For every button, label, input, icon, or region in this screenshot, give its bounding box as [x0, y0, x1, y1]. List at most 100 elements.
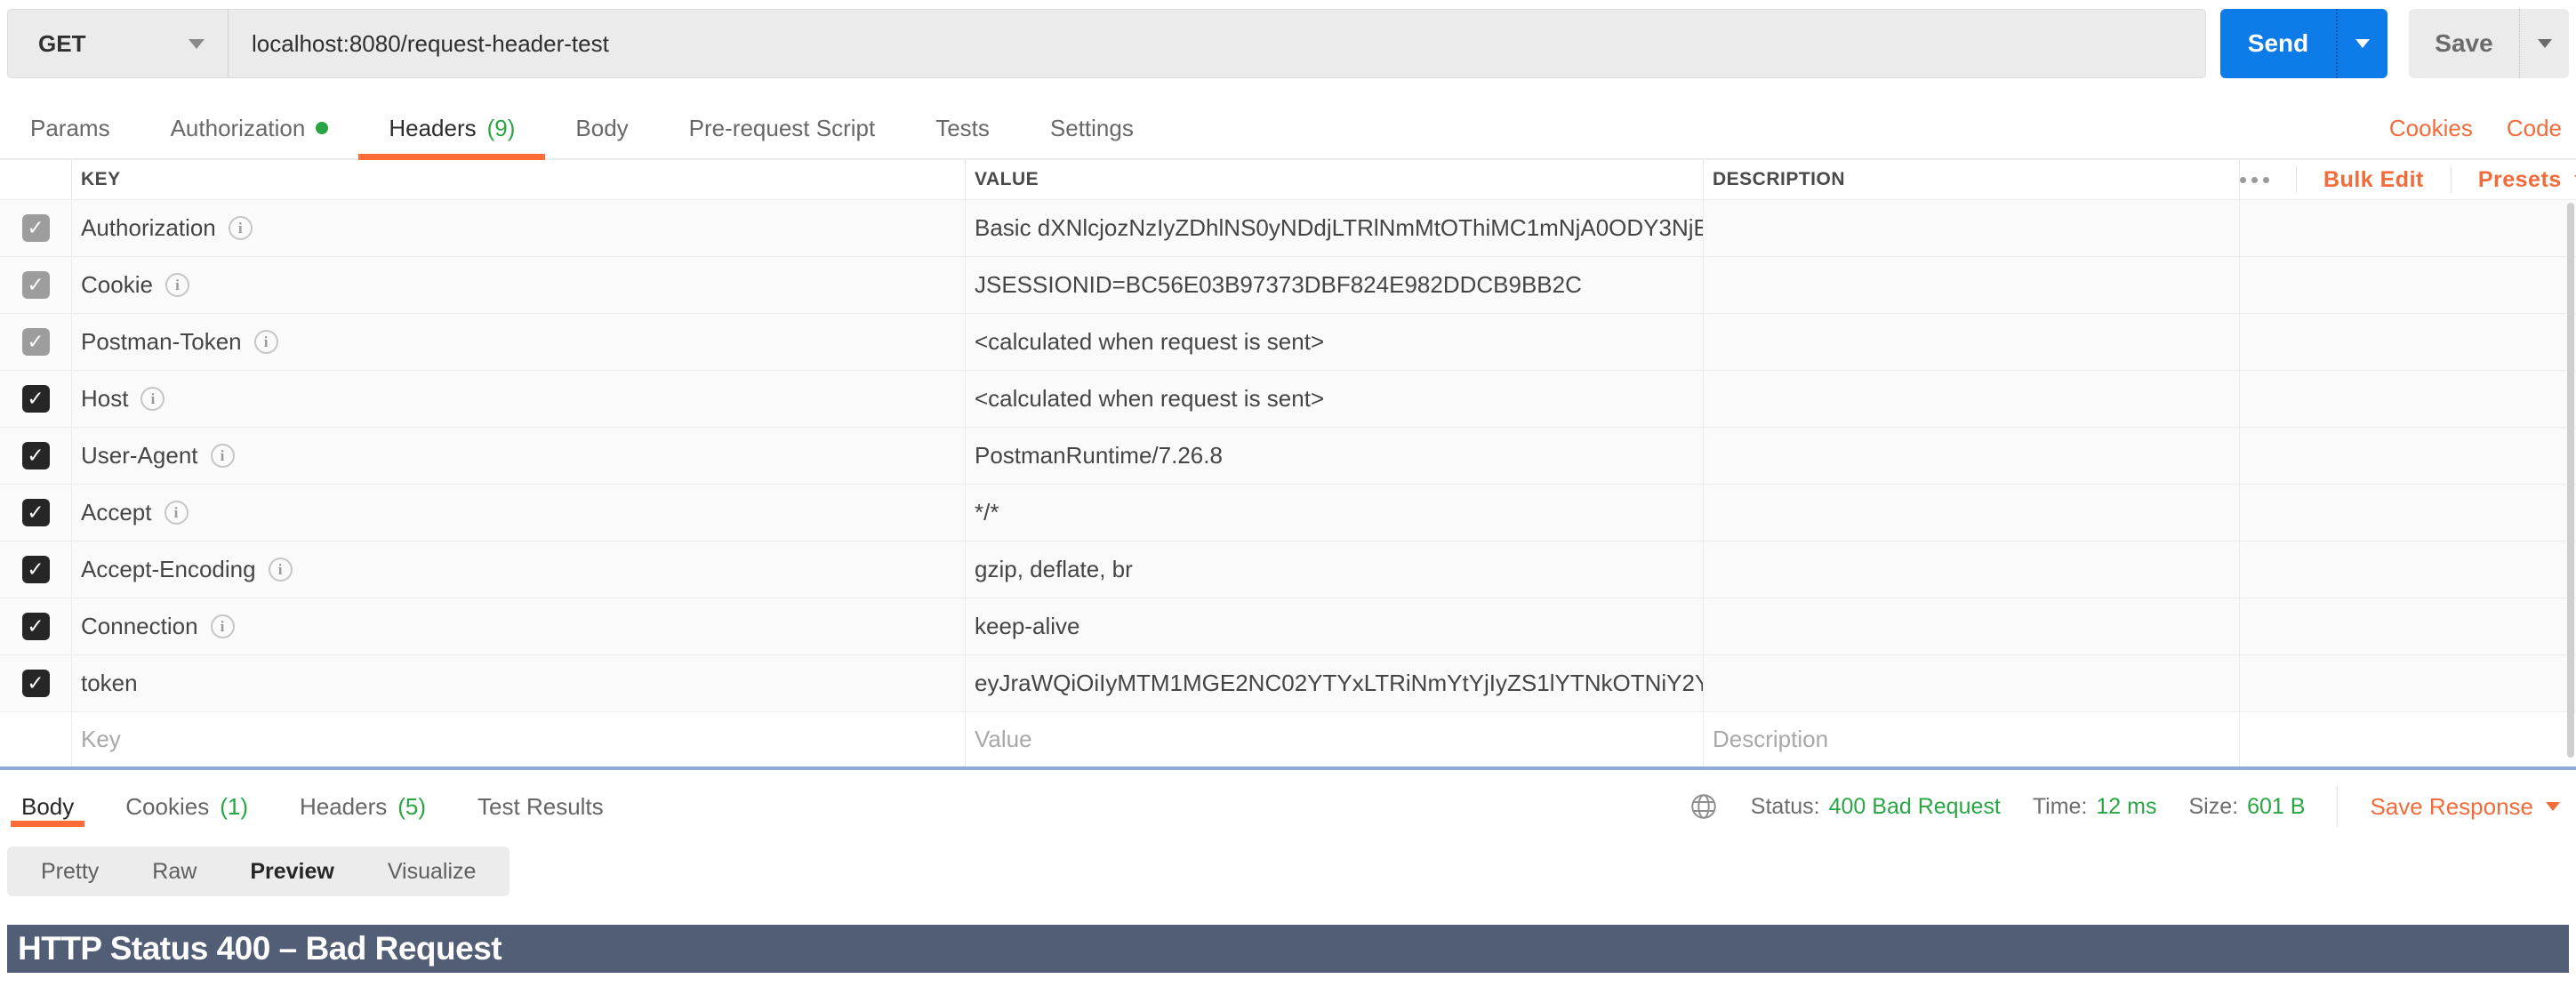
- send-options-button[interactable]: [2336, 9, 2387, 78]
- save-button[interactable]: Save: [2409, 9, 2569, 78]
- response-tab-test-results[interactable]: Test Results: [465, 770, 616, 843]
- table-controls: Bulk Edit Presets: [2239, 160, 2576, 199]
- time-badge: Time: 12 ms: [2033, 794, 2157, 820]
- more-options-icon[interactable]: [2240, 177, 2269, 183]
- info-icon[interactable]: i: [269, 558, 293, 582]
- value-cell[interactable]: */*: [965, 485, 1703, 541]
- network-globe-icon[interactable]: [1689, 791, 1719, 822]
- save-button-label[interactable]: Save: [2409, 9, 2519, 78]
- checkbox-cell: ✓: [0, 542, 71, 598]
- new-key-input[interactable]: [81, 726, 920, 753]
- new-value-cell: [965, 712, 1703, 766]
- tab-settings[interactable]: Settings: [1020, 98, 1164, 158]
- description-cell[interactable]: [1703, 598, 2239, 654]
- description-cell[interactable]: [1703, 200, 2239, 256]
- key-cell[interactable]: Cookiei: [71, 257, 965, 313]
- tab-tests[interactable]: Tests: [905, 98, 1020, 158]
- table-scrollbar[interactable]: [2567, 203, 2574, 758]
- row-checkbox[interactable]: ✓: [22, 214, 50, 242]
- view-tab-preview[interactable]: Preview: [223, 859, 361, 885]
- tab-count-badge: (1): [220, 793, 248, 821]
- view-tab-pretty[interactable]: Pretty: [14, 859, 125, 885]
- key-cell[interactable]: Postman-Tokeni: [71, 314, 965, 370]
- new-value-input[interactable]: [975, 726, 1666, 753]
- value-cell[interactable]: keep-alive: [965, 598, 1703, 654]
- send-button-label[interactable]: Send: [2220, 9, 2336, 78]
- key-cell[interactable]: Authorizationi: [71, 200, 965, 256]
- save-response-button[interactable]: Save Response: [2370, 793, 2560, 821]
- header-row: ✓ Postman-Tokeni<calculated when request …: [0, 313, 2576, 370]
- info-icon[interactable]: i: [229, 216, 253, 240]
- tab-headers[interactable]: Headers(9): [358, 98, 545, 158]
- header-key: Connection: [81, 613, 198, 640]
- tab-params[interactable]: Params: [0, 98, 140, 158]
- info-icon[interactable]: i: [165, 501, 189, 525]
- value-cell[interactable]: <calculated when request is sent>: [965, 314, 1703, 370]
- value-cell[interactable]: Basic dXNlcjozNzIyZDhlNS0yNDdjLTRlNmMtOT…: [965, 200, 1703, 256]
- code-link[interactable]: Code: [2507, 115, 2562, 142]
- presets-label: Presets: [2478, 167, 2562, 193]
- send-button[interactable]: Send: [2220, 9, 2387, 78]
- headers-table-header: KEY VALUE DESCRIPTION Bulk Edit Presets: [0, 160, 2576, 199]
- new-header-row: [0, 711, 2576, 766]
- description-cell[interactable]: [1703, 371, 2239, 427]
- value-cell[interactable]: <calculated when request is sent>: [965, 371, 1703, 427]
- response-tab-body[interactable]: Body: [9, 770, 86, 843]
- new-description-input[interactable]: [1713, 726, 2212, 753]
- row-checkbox[interactable]: ✓: [22, 670, 50, 697]
- row-checkbox[interactable]: ✓: [22, 556, 50, 583]
- method-select[interactable]: GET: [8, 10, 229, 77]
- header-row: ✓ User-AgentiPostmanRuntime/7.26.8: [0, 427, 2576, 484]
- header-key: Accept-Encoding: [81, 556, 256, 583]
- response-tabs: Body Cookies(1) Headers(5) Test Results: [9, 770, 643, 843]
- key-cell[interactable]: User-Agenti: [71, 428, 965, 484]
- checkbox-cell: ✓: [0, 257, 71, 313]
- response-tab-headers[interactable]: Headers(5): [287, 770, 438, 843]
- row-checkbox[interactable]: ✓: [22, 271, 50, 299]
- description-cell[interactable]: [1703, 428, 2239, 484]
- header-row: ✓ CookieiJSESSIONID=BC56E03B97373DBF824E9…: [0, 256, 2576, 313]
- tab-body[interactable]: Body: [545, 98, 658, 158]
- row-checkbox[interactable]: ✓: [22, 328, 50, 356]
- value-cell[interactable]: eyJraWQiOiIyMTM1MGE2NC02YTYxLTRiNmYtYjIy…: [965, 655, 1703, 711]
- description-cell[interactable]: [1703, 257, 2239, 313]
- tab-pre-request-script[interactable]: Pre-request Script: [659, 98, 906, 158]
- row-checkbox[interactable]: ✓: [22, 613, 50, 640]
- description-cell[interactable]: [1703, 542, 2239, 598]
- view-tab-raw[interactable]: Raw: [125, 859, 223, 885]
- row-checkbox[interactable]: ✓: [22, 385, 50, 413]
- info-icon[interactable]: i: [254, 330, 278, 354]
- save-options-button[interactable]: [2519, 9, 2569, 78]
- size-label: Size:: [2189, 794, 2239, 820]
- key-cell[interactable]: Hosti: [71, 371, 965, 427]
- value-cell[interactable]: JSESSIONID=BC56E03B97373DBF824E982DDCB9B…: [965, 257, 1703, 313]
- value-cell[interactable]: PostmanRuntime/7.26.8: [965, 428, 1703, 484]
- tab-count-badge: (5): [397, 793, 426, 821]
- info-icon[interactable]: i: [165, 273, 189, 297]
- tab-authorization[interactable]: Authorization: [140, 98, 359, 158]
- description-cell[interactable]: [1703, 314, 2239, 370]
- key-cell[interactable]: Connection i: [71, 598, 965, 654]
- key-cell[interactable]: Accept-Encoding i: [71, 542, 965, 598]
- value-cell[interactable]: gzip, deflate, br: [965, 542, 1703, 598]
- bulk-edit-button[interactable]: Bulk Edit: [2297, 167, 2451, 193]
- key-cell[interactable]: token: [71, 655, 965, 711]
- tab-label: Tests: [935, 115, 990, 142]
- row-checkbox[interactable]: ✓: [22, 499, 50, 526]
- presets-button[interactable]: Presets: [2452, 167, 2576, 193]
- response-tab-cookies[interactable]: Cookies(1): [113, 770, 261, 843]
- key-cell[interactable]: Accepti: [71, 485, 965, 541]
- row-checkbox[interactable]: ✓: [22, 442, 50, 469]
- description-cell[interactable]: [1703, 655, 2239, 711]
- cookies-link[interactable]: Cookies: [2389, 115, 2473, 142]
- info-icon[interactable]: i: [211, 614, 235, 638]
- url-input[interactable]: [229, 10, 2205, 77]
- response-bar: BodyCookies(1)Headers(5)Test Results Sta…: [0, 770, 2576, 843]
- new-row-spacer: [2239, 712, 2576, 766]
- description-cell[interactable]: [1703, 485, 2239, 541]
- status-value: 400 Bad Request: [1829, 794, 2001, 820]
- info-icon[interactable]: i: [140, 387, 165, 411]
- info-icon[interactable]: i: [211, 444, 235, 468]
- tab-label: Pre-request Script: [689, 115, 876, 142]
- view-tab-visualize[interactable]: Visualize: [361, 859, 503, 885]
